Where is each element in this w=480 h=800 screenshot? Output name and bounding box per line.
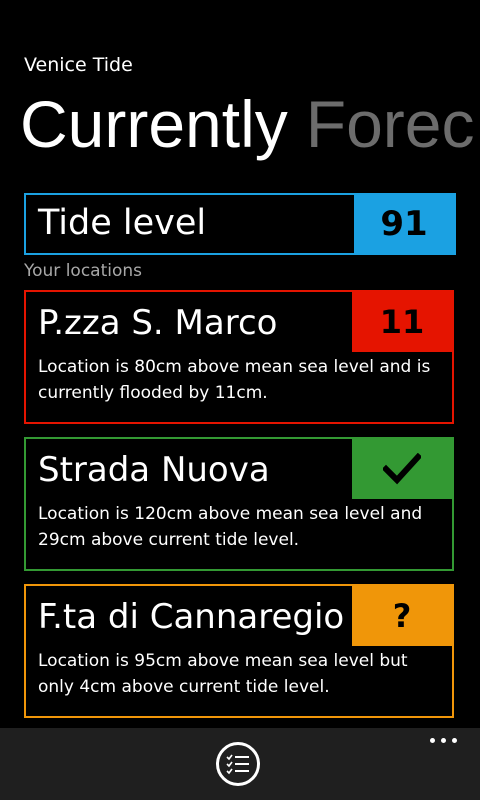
- warning-status-badge: ?: [352, 586, 452, 646]
- location-description: Location is 95cm above mean sea level bu…: [38, 651, 408, 697]
- locations-list-button[interactable]: [216, 742, 260, 786]
- location-name: F.ta di Cannaregio: [38, 597, 345, 637]
- pivot-header: Currently Forec: [20, 84, 474, 164]
- location-description: Location is 80cm above mean sea level an…: [38, 357, 431, 403]
- location-card-strada-nuova[interactable]: Strada Nuova Location is 120cm above mea…: [24, 437, 454, 571]
- app-title: Venice Tide: [24, 54, 133, 76]
- pivot-tab-forecast[interactable]: Forec: [306, 84, 475, 164]
- location-card-pzza-s-marco[interactable]: P.zza S. Marco 11 Location is 80cm above…: [24, 290, 454, 424]
- tide-level-value: 91: [354, 195, 454, 253]
- location-description: Location is 120cm above mean sea level a…: [38, 504, 423, 550]
- safe-status-badge: [352, 439, 452, 499]
- pivot-tab-currently[interactable]: Currently: [20, 84, 288, 164]
- checkmark-icon: [383, 453, 421, 485]
- your-locations-header: Your locations: [24, 261, 143, 281]
- location-name: P.zza S. Marco: [38, 303, 278, 343]
- tide-level-label: Tide level: [38, 203, 207, 243]
- ellipsis-icon[interactable]: [430, 736, 458, 746]
- app-bar: [0, 728, 480, 800]
- tide-level-panel: Tide level 91: [24, 193, 456, 255]
- location-card-fta-di-cannaregio[interactable]: F.ta di Cannaregio ? Location is 95cm ab…: [24, 584, 454, 718]
- list-icon: [226, 754, 249, 775]
- flood-level-badge: 11: [352, 292, 452, 352]
- location-name: Strada Nuova: [38, 450, 270, 490]
